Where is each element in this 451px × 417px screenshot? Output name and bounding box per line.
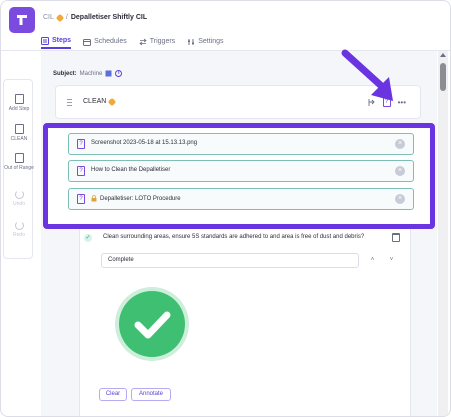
subject-value: Machine [79,70,103,77]
remove-reference-icon[interactable]: × [395,166,405,176]
checkmark-icon [134,311,171,339]
header: CIL / Depalletiser Shiftly CIL Steps Sch… [1,1,450,51]
breadcrumb-current: Depalletiser Shiftly CIL [70,14,148,21]
sliders-icon [188,38,195,45]
trash-icon[interactable] [392,233,400,242]
out-of-range-button[interactable]: Out of Range [4,153,34,171]
subject-label: Subject: [53,70,77,77]
drag-handle-icon[interactable] [67,99,72,107]
scrollbar-thumb[interactable] [440,63,446,91]
add-step-icon [14,94,24,104]
tab-triggers[interactable]: Triggers [139,34,175,49]
clean-label: CLEAN [10,136,28,142]
add-step-button[interactable]: Add Step [4,94,34,112]
machine-icon [105,70,112,77]
check-question: Clean surrounding areas, ensure 5S stand… [103,234,365,240]
step-title-text: CLEAN [83,98,107,105]
list-icon [41,36,49,45]
tab-settings-label: Settings [198,38,224,45]
undo-icon [14,190,24,199]
remove-reference-icon[interactable]: × [395,139,405,149]
breadcrumb: CIL / Depalletiser Shiftly CIL [43,13,148,22]
app-logo[interactable] [9,7,35,33]
lock-icon [91,195,97,202]
subject-row: Subject: Machine i [53,70,123,77]
remove-reference-icon[interactable]: × [395,194,405,204]
tag-icon [108,97,117,106]
app-window: CIL / Depalletiser Shiftly CIL Steps Sch… [0,0,451,417]
annotate-button[interactable]: Annotate [131,388,171,401]
response-select[interactable]: Complete [101,253,359,268]
reference-icon: ? [77,194,85,204]
logo-icon [17,15,27,25]
reference-item[interactable]: ? How to Clean the Depalletiser × [68,160,414,182]
calendar-icon [83,38,92,46]
tab-schedules[interactable]: Schedules [83,34,127,49]
breadcrumb-separator: / [65,14,68,21]
reference-text: How to Clean the Depalletiser [91,167,171,173]
references-highlight: ? Screenshot 2023-05-18 at 15.13.13.png … [43,123,435,229]
out-of-range-label: Out of Range [4,165,34,171]
reference-icon: ? [77,139,85,149]
out-of-range-icon [14,153,24,163]
reference-item[interactable]: ? Screenshot 2023-05-18 at 15.13.13.png … [68,133,414,155]
complete-check-icon [119,291,185,357]
tab-steps[interactable]: Steps [41,34,72,49]
undo-button[interactable]: Undo [4,190,34,207]
reference-icon: ? [77,166,85,176]
annotation-arrow-icon [341,49,393,101]
reference-text: Screenshot 2023-05-18 at 15.13.13.png [91,140,198,146]
swap-icon [139,38,147,45]
chevron-up-icon[interactable]: ˄ [365,253,380,268]
info-icon[interactable]: i [115,70,123,77]
tab-settings[interactable]: Settings [187,34,223,49]
reference-text-wrapper: Depalletiser: LOTO Procedure [91,195,181,202]
tab-steps-label: Steps [52,37,72,44]
reference-text: Depalletiser: LOTO Procedure [100,195,181,202]
add-step-label: Add Step [8,106,30,112]
tag-icon [55,13,65,22]
scroll-up-icon[interactable] [440,53,446,57]
chevron-down-icon[interactable]: ˅ [384,253,399,268]
clear-button[interactable]: Clear [99,388,127,401]
redo-icon [14,221,24,230]
checkbox-icon: ✓ [84,234,92,242]
redo-button[interactable]: Redo [4,221,34,238]
tab-bar: Steps Schedules Triggers Settings [41,34,223,49]
redo-label: Redo [13,232,25,238]
tab-schedules-label: Schedules [94,38,127,45]
tab-triggers-label: Triggers [149,38,176,45]
step-toolbar: Add Step CLEAN Out of Range Undo Redo [3,79,34,259]
breadcrumb-parent[interactable]: CIL [43,14,54,21]
step-title: CLEAN [83,97,117,106]
undo-label: Undo [13,201,25,207]
clean-icon [14,124,24,134]
reference-item[interactable]: ? Depalletiser: LOTO Procedure × [68,188,414,210]
scrollbar[interactable] [438,51,448,416]
clean-button[interactable]: CLEAN [4,124,34,142]
